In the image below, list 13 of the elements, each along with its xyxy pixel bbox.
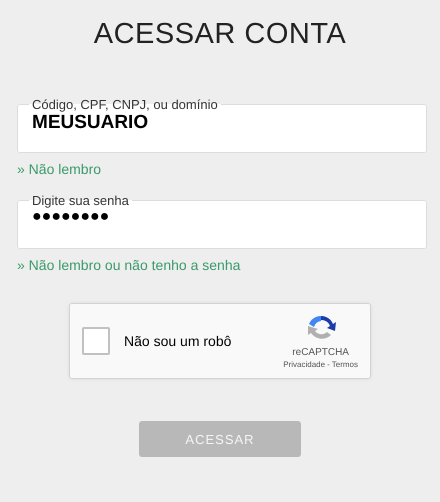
terms-link[interactable]: Termos: [332, 360, 358, 369]
field-label: Código, CPF, CNPJ, ou domínio: [31, 97, 219, 112]
separator-text: -: [327, 360, 330, 369]
page-title: ACESSAR CONTA: [94, 18, 346, 51]
checkbox[interactable]: [82, 327, 110, 355]
field-label: Digite sua senha: [31, 193, 130, 208]
input-field[interactable]: Digite sua senha ●●●●●●●●: [17, 193, 427, 249]
input-field[interactable]: Código, CPF, CNPJ, ou domínio MEUSUARIO: [17, 97, 427, 153]
field-value: ●●●●●●●●: [32, 208, 110, 227]
brand-name: reCAPTCHA: [292, 347, 349, 358]
privacy-link[interactable]: Privacidade: [283, 360, 326, 369]
field-value: MEUSUARIO: [32, 112, 148, 135]
captcha-label: Não sou um robô: [124, 333, 232, 349]
